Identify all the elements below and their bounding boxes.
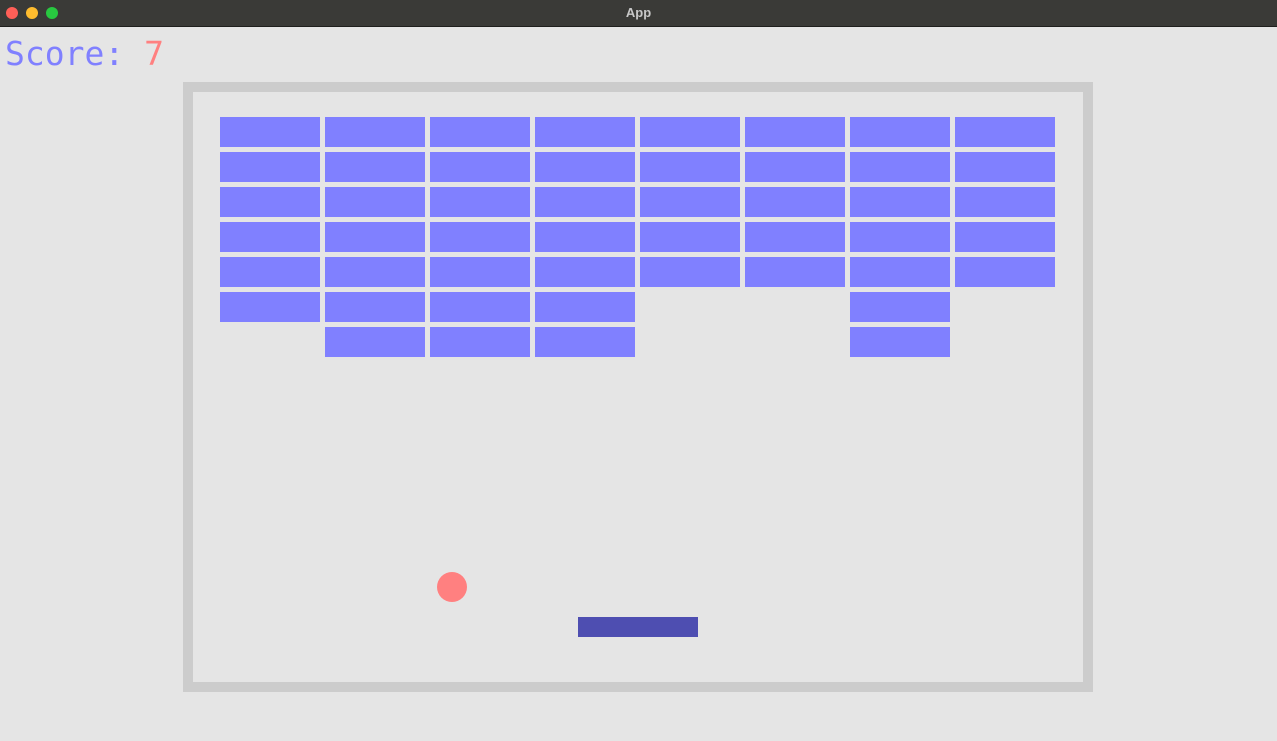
brick xyxy=(955,257,1055,287)
brick xyxy=(325,292,425,322)
brick xyxy=(535,292,635,322)
brick xyxy=(430,117,530,147)
brick xyxy=(745,152,845,182)
brick xyxy=(430,152,530,182)
brick xyxy=(745,187,845,217)
score-display: Score: 7 xyxy=(5,34,164,74)
brick xyxy=(850,292,950,322)
brick xyxy=(955,222,1055,252)
brick xyxy=(955,187,1055,217)
paddle[interactable] xyxy=(578,617,698,637)
brick xyxy=(640,222,740,252)
brick xyxy=(535,152,635,182)
brick xyxy=(430,292,530,322)
brick xyxy=(745,117,845,147)
brick xyxy=(850,187,950,217)
brick xyxy=(535,257,635,287)
score-label: Score: xyxy=(5,34,145,73)
brick xyxy=(955,152,1055,182)
brick xyxy=(430,222,530,252)
brick xyxy=(430,257,530,287)
brick xyxy=(535,187,635,217)
brick xyxy=(325,257,425,287)
brick xyxy=(535,327,635,357)
game-canvas[interactable]: Score: 7 xyxy=(0,28,1277,741)
brick xyxy=(220,292,320,322)
brick xyxy=(325,152,425,182)
window-title: App xyxy=(625,5,652,20)
brick xyxy=(325,187,425,217)
brick xyxy=(325,117,425,147)
brick xyxy=(220,117,320,147)
brick xyxy=(220,257,320,287)
brick xyxy=(430,327,530,357)
brick xyxy=(220,152,320,182)
brick xyxy=(850,152,950,182)
brick xyxy=(640,152,740,182)
ball xyxy=(437,572,467,602)
brick xyxy=(850,257,950,287)
score-value: 7 xyxy=(144,34,164,73)
brick xyxy=(850,117,950,147)
brick xyxy=(535,117,635,147)
brick xyxy=(640,187,740,217)
brick xyxy=(430,187,530,217)
brick xyxy=(220,222,320,252)
brick xyxy=(850,327,950,357)
brick xyxy=(325,222,425,252)
window-titlebar: App xyxy=(0,0,1277,27)
brick xyxy=(745,222,845,252)
brick xyxy=(955,117,1055,147)
play-field xyxy=(183,82,1093,692)
brick xyxy=(220,187,320,217)
brick xyxy=(640,257,740,287)
brick xyxy=(745,257,845,287)
brick xyxy=(325,327,425,357)
brick xyxy=(850,222,950,252)
brick xyxy=(640,117,740,147)
brick xyxy=(535,222,635,252)
